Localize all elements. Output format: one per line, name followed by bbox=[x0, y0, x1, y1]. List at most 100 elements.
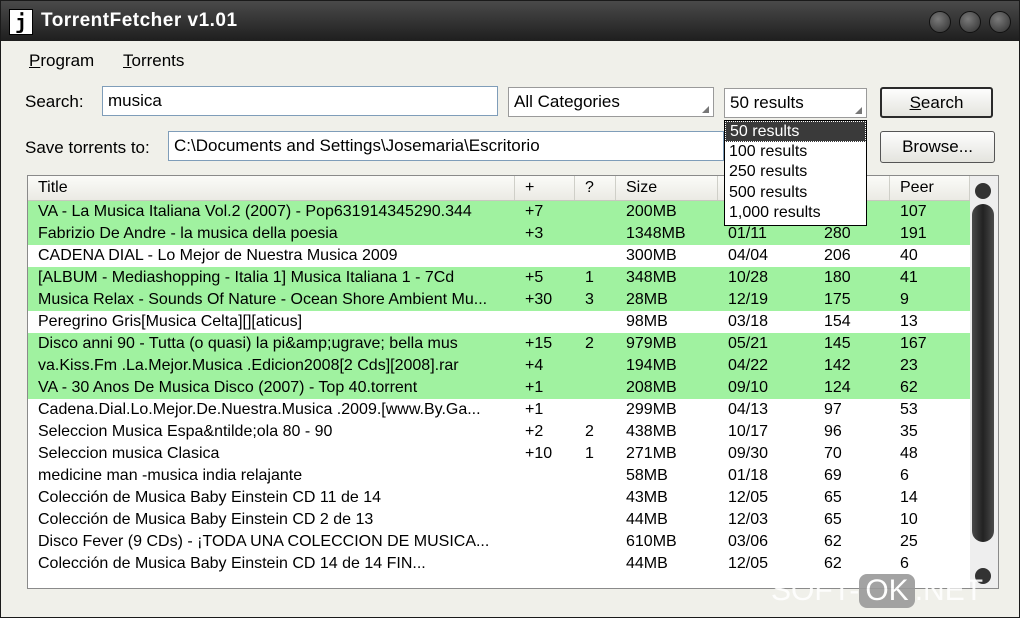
minimize-icon[interactable] bbox=[929, 11, 951, 33]
cell-question bbox=[575, 355, 616, 377]
cell-title: VA - 30 Anos De Musica Disco (2007) - To… bbox=[38, 379, 418, 396]
column-header-question[interactable]: ? bbox=[575, 176, 616, 200]
cell-date: 01/11 bbox=[728, 225, 767, 242]
table-row[interactable]: Peregrino Gris[Musica Celta][][aticus] 98… bbox=[28, 311, 970, 333]
cell-peer: 191 bbox=[900, 225, 927, 242]
save-path-input[interactable]: C:\Documents and Settings\Josemaria\Escr… bbox=[168, 131, 724, 161]
cell-peer: 25 bbox=[900, 533, 918, 550]
menu-torrents[interactable]: Torrents bbox=[123, 51, 184, 71]
cell-seed: 65 bbox=[824, 489, 842, 506]
results-select[interactable]: 50 results bbox=[724, 88, 867, 118]
scroll-up-icon[interactable] bbox=[975, 183, 991, 199]
cell-date: 09/30 bbox=[728, 445, 769, 462]
table-row[interactable]: Colección de Musica Baby Einstein CD 14 … bbox=[28, 553, 970, 575]
table-row[interactable]: CADENA DIAL - Lo Mejor de Nuestra Musica… bbox=[28, 245, 970, 267]
table-row[interactable]: Seleccion musica Clasica +10 1 271MB 09/30 70… bbox=[28, 443, 970, 465]
table-row[interactable]: VA - 30 Anos De Musica Disco (2007) - To… bbox=[28, 377, 970, 399]
results-table: Title+?SizeDateSeedPeer VA - La Musica I… bbox=[27, 175, 999, 589]
dropdown-option[interactable]: 50 results bbox=[725, 121, 866, 142]
cell-peer: 10 bbox=[900, 511, 918, 528]
cell-size: 610MB bbox=[626, 533, 677, 550]
dropdown-option[interactable]: 100 results bbox=[725, 142, 866, 163]
app-window: j TorrentFetcher v1.01 Program Torrents … bbox=[0, 0, 1020, 618]
cell-title: CADENA DIAL - Lo Mejor de Nuestra Musica… bbox=[38, 247, 398, 264]
title-bar[interactable]: j TorrentFetcher v1.01 bbox=[1, 1, 1019, 41]
cell-date: 12/05 bbox=[728, 555, 769, 572]
cell-peer: 6 bbox=[900, 555, 909, 572]
dropdown-arrow-icon bbox=[855, 107, 862, 114]
table-row[interactable]: Colección de Musica Baby Einstein CD 2 d… bbox=[28, 509, 970, 531]
cell-question bbox=[575, 509, 616, 531]
vertical-scrollbar[interactable] bbox=[970, 176, 998, 588]
cell-peer: 107 bbox=[900, 203, 927, 220]
cell-question bbox=[575, 377, 616, 399]
cell-size: 44MB bbox=[626, 511, 668, 528]
cell-peer: 41 bbox=[900, 269, 918, 286]
cell-title: Colección de Musica Baby Einstein CD 14 … bbox=[38, 555, 426, 572]
cell-peer: 23 bbox=[900, 357, 918, 374]
cell-title: VA - La Musica Italiana Vol.2 (2007) - P… bbox=[38, 203, 472, 220]
column-header-title[interactable]: Title bbox=[28, 176, 515, 200]
cell-plus bbox=[515, 245, 575, 267]
maximize-icon[interactable] bbox=[959, 11, 981, 33]
browse-button[interactable]: Browse... bbox=[880, 131, 995, 163]
cell-title: va.Kiss.Fm .La.Mejor.Musica .Edicion2008… bbox=[38, 357, 459, 374]
table-row[interactable]: Musica Relax - Sounds Of Nature - Ocean … bbox=[28, 289, 970, 311]
column-header-size[interactable]: Size bbox=[616, 176, 718, 200]
app-logo-icon: j bbox=[9, 9, 33, 35]
cell-question bbox=[575, 531, 616, 553]
cell-seed: 62 bbox=[824, 555, 842, 572]
cell-seed: 142 bbox=[824, 357, 851, 374]
cell-plus: +7 bbox=[525, 203, 544, 220]
cell-title: Colección de Musica Baby Einstein CD 11 … bbox=[38, 489, 381, 506]
dropdown-option[interactable]: 250 results bbox=[725, 162, 866, 183]
cell-question bbox=[575, 553, 616, 575]
cell-plus: +30 bbox=[525, 291, 553, 308]
table-row[interactable]: medicine man -musica india relajante 58MB… bbox=[28, 465, 970, 487]
table-row[interactable]: Seleccion Musica Espa&ntilde;ola 80 - 90… bbox=[28, 421, 970, 443]
search-input[interactable]: musica bbox=[102, 86, 498, 116]
cell-title: medicine man -musica india relajante bbox=[38, 467, 303, 484]
menu-program[interactable]: Program bbox=[29, 51, 94, 71]
table-row[interactable]: Colección de Musica Baby Einstein CD 11 … bbox=[28, 487, 970, 509]
cell-plus bbox=[515, 465, 575, 487]
cell-title: Seleccion Musica Espa&ntilde;ola 80 - 90 bbox=[38, 423, 333, 440]
cell-date: 04/22 bbox=[728, 357, 769, 374]
table-row[interactable]: Disco Fever (9 CDs) - ¡TODA UNA COLECCIO… bbox=[28, 531, 970, 553]
cell-peer: 35 bbox=[900, 423, 918, 440]
search-button[interactable]: Search bbox=[880, 87, 993, 118]
column-header-plus[interactable]: + bbox=[515, 176, 575, 200]
cell-plus bbox=[515, 553, 575, 575]
cell-date: 03/06 bbox=[728, 533, 769, 550]
cell-question: 2 bbox=[585, 335, 594, 352]
close-icon[interactable] bbox=[989, 11, 1011, 33]
table-row[interactable]: Cadena.Dial.Lo.Mejor.De.Nuestra.Musica .… bbox=[28, 399, 970, 421]
table-row[interactable]: va.Kiss.Fm .La.Mejor.Musica .Edicion2008… bbox=[28, 355, 970, 377]
cell-size: 208MB bbox=[626, 379, 677, 396]
dropdown-arrow-icon bbox=[702, 106, 709, 113]
cell-peer: 53 bbox=[900, 401, 918, 418]
category-value: All Categories bbox=[514, 92, 620, 111]
cell-date: 10/28 bbox=[728, 269, 769, 286]
cell-size: 194MB bbox=[626, 357, 677, 374]
cell-title: Musica Relax - Sounds Of Nature - Ocean … bbox=[38, 291, 488, 308]
table-row[interactable]: Fabrizio De Andre - la musica della poes… bbox=[28, 223, 970, 245]
cell-date: 12/03 bbox=[728, 511, 769, 528]
dropdown-option[interactable]: 500 results bbox=[725, 183, 866, 204]
table-row[interactable]: Disco anni 90 - Tutta (o quasi) la pi&am… bbox=[28, 333, 970, 355]
scroll-thumb[interactable] bbox=[972, 204, 994, 542]
category-select[interactable]: All Categories bbox=[508, 87, 714, 117]
window-title: TorrentFetcher v1.01 bbox=[41, 10, 238, 31]
cell-title: Cadena.Dial.Lo.Mejor.De.Nuestra.Musica .… bbox=[38, 401, 481, 418]
cell-title: Seleccion musica Clasica bbox=[38, 445, 220, 462]
cell-plus: +10 bbox=[525, 445, 553, 462]
cell-title: Disco Fever (9 CDs) - ¡TODA UNA COLECCIO… bbox=[38, 533, 490, 550]
column-header-peer[interactable]: Peer bbox=[890, 176, 970, 200]
cell-title: Colección de Musica Baby Einstein CD 2 d… bbox=[38, 511, 374, 528]
dropdown-option[interactable]: 1,000 results bbox=[725, 203, 866, 224]
cell-plus: +5 bbox=[525, 269, 544, 286]
cell-seed: 206 bbox=[824, 247, 851, 264]
cell-size: 98MB bbox=[626, 313, 668, 330]
cell-date: 05/21 bbox=[728, 335, 769, 352]
table-row[interactable]: [ALBUM - Mediashopping - Italia 1] Music… bbox=[28, 267, 970, 289]
